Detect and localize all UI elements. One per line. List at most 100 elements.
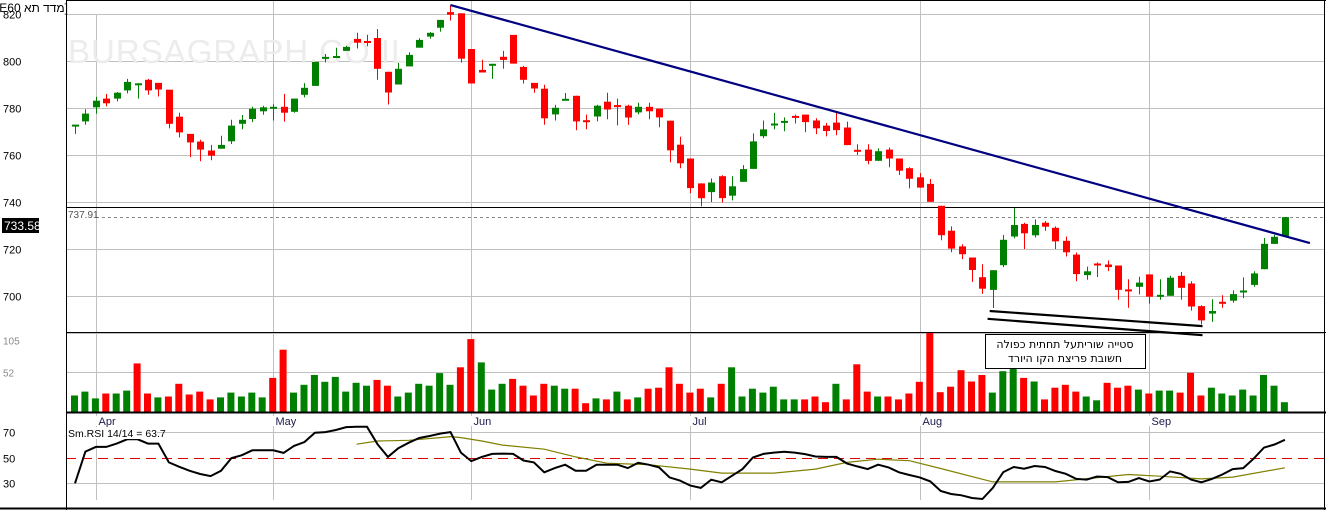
candle-body [260,107,267,112]
candle-body [541,88,548,119]
level-label: 737.91 [68,210,99,221]
candle [573,95,580,131]
stock-chart: BURSAGRAPH.CO.IL 82080078076074072070010… [0,0,1326,510]
candle-body [886,149,893,159]
volume-bar [623,399,631,412]
candle [802,114,809,133]
candle [1251,271,1258,287]
candle [208,144,215,161]
volume-bar [258,397,266,412]
volume-bar [1249,395,1257,412]
rsi-signal-line [356,435,1286,483]
candle [1271,234,1278,244]
volume-bar [1124,385,1132,412]
candle-body [614,105,621,108]
candle-body [1282,217,1289,237]
volume-bar [832,383,840,412]
rsi-label: Sm.RSI 14/14 = 63.7 [68,428,166,440]
candle [687,158,694,194]
candle-body [500,56,507,60]
candle [228,119,235,144]
chart-title: [מדד תא SME60 יתר] [0,1,68,15]
candle [886,147,893,168]
candle [176,112,183,138]
month-label: Aug [923,416,943,428]
volume-bar [1020,377,1028,412]
volume-bar [342,391,350,412]
volume-bar [895,399,902,412]
candle-body [604,101,611,110]
candle [239,115,246,130]
candle-body [583,120,590,123]
candle-body [646,106,653,112]
candle-body [489,63,496,66]
candle-body [93,100,100,108]
volume-bar [1093,400,1101,412]
candle-body [719,176,726,199]
volume-bar [321,381,329,412]
volume-bar [1103,382,1111,412]
candle [166,89,173,129]
candle [187,133,194,158]
candle [708,178,715,202]
month-label: Sep [1152,416,1172,428]
candle [969,257,976,282]
last-price-label: 733.58 [4,219,41,233]
volume-bar [394,396,402,412]
candle-body [1084,271,1091,276]
candle [896,158,903,175]
volume-bar [477,362,485,412]
candle-body [1146,274,1153,297]
volume-bar [811,396,819,412]
candle-body [708,182,715,193]
candle [312,61,319,86]
candle-body [865,149,872,161]
volume-bar [144,393,151,412]
volume-bar [1166,390,1174,412]
candle [1178,272,1185,300]
candle-body [1178,275,1185,288]
candle-body [948,230,955,249]
candle [385,71,392,105]
candle [197,139,204,162]
candle-body [854,149,861,152]
candle-body [760,129,767,137]
volume-bar [310,375,318,412]
volume-bar [71,395,78,412]
candle-body [1105,264,1112,268]
candle [635,102,642,115]
volume-bar [790,399,798,412]
candle-body [896,158,903,171]
candle [823,123,830,137]
candle-body [468,49,475,84]
volume-bar [81,391,89,412]
candle-body [354,38,361,43]
candle-body [187,133,194,143]
candle-body [322,56,329,59]
volume-bar [550,385,558,412]
candle [552,104,559,121]
candle [646,102,653,120]
candle [249,106,256,123]
volume-bar [217,397,224,412]
candle-body [197,141,204,150]
candle [124,78,131,94]
candle [719,175,726,203]
candle [625,104,632,125]
volume-bar [988,392,996,412]
volume-bar [1030,381,1038,412]
candle-body [635,106,642,113]
candle [82,109,89,125]
candle-body [1136,282,1143,287]
volume-bar [102,393,110,412]
volume-bar [175,383,183,412]
candle-body [750,141,757,169]
volume-bar [561,388,569,412]
volume-bar [529,395,537,412]
candle [1073,252,1080,282]
volume-bar [1114,387,1121,412]
volume-bar [363,385,370,412]
candle-body [239,119,246,124]
candle-body [1219,301,1226,304]
candle-body [1261,243,1268,270]
